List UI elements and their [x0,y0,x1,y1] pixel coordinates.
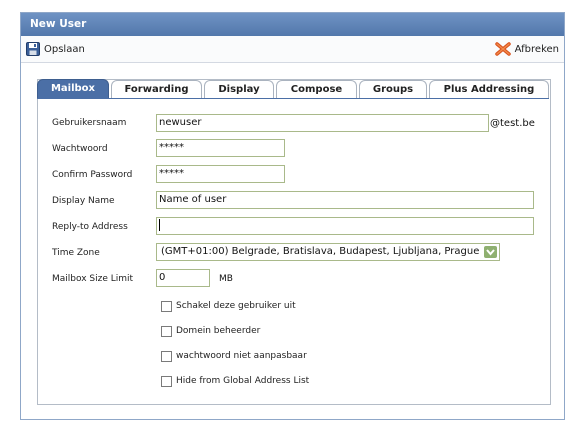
text-cursor [159,219,160,231]
window-title: New User [21,13,564,36]
tab-plus-addressing[interactable]: Plus Addressing [429,80,549,98]
reply-to-input[interactable] [156,217,534,235]
cancel-x-icon [494,42,511,56]
checkbox-label: Domein beheerder [176,326,261,336]
checkbox-box[interactable] [161,300,172,312]
checkbox-box[interactable] [161,375,172,387]
mailbox-limit-label: Mailbox Size Limit [52,274,134,284]
floppy-disk-icon [26,42,40,56]
time-zone-label: Time Zone [52,248,100,258]
password-input[interactable]: ***** [156,139,285,157]
mailbox-limit-unit: MB [219,274,233,284]
tab-compose[interactable]: Compose [276,80,357,98]
reply-to-label: Reply-to Address [52,222,128,232]
save-label: Opslaan [44,43,85,55]
confirm-password-label: Confirm Password [52,170,133,180]
mailbox-limit-input[interactable]: 0 [156,269,210,287]
password-label: Wachtwoord [52,144,108,154]
save-button[interactable]: Opslaan [26,41,85,57]
checkbox-disable-user[interactable]: Schakel deze gebruiker uit [161,299,296,313]
checkbox-box[interactable] [161,350,172,362]
time-zone-value: (GMT+01:00) Belgrade, Bratislava, Budape… [161,246,480,257]
confirm-password-input[interactable]: ***** [156,165,285,183]
display-name-input[interactable]: Name of user [156,191,534,209]
checkbox-domain-admin[interactable]: Domein beheerder [161,324,260,338]
tab-underline [37,98,549,99]
username-input[interactable]: newuser [156,114,489,132]
checkbox-label: Hide from Global Address List [176,376,310,386]
cancel-label: Afbreken [514,43,559,55]
cancel-button[interactable]: Afbreken [494,41,559,57]
tab-forwarding[interactable]: Forwarding [111,80,202,98]
checkbox-hide-gal[interactable]: Hide from Global Address List [161,374,309,388]
checkbox-box[interactable] [161,325,172,337]
username-label: Gebruikersnaam [52,118,127,128]
display-name-label: Display Name [52,196,115,206]
checkbox-password-locked[interactable]: wachtwoord niet aanpasbaar [161,349,307,363]
tab-groups[interactable]: Groups [359,80,427,98]
time-zone-select[interactable]: (GMT+01:00) Belgrade, Bratislava, Budape… [156,243,500,261]
tab-display[interactable]: Display [204,80,274,98]
chevron-down-icon[interactable] [484,246,497,258]
checkbox-label: wachtwoord niet aanpasbaar [176,351,307,361]
checkbox-label: Schakel deze gebruiker uit [176,301,296,311]
toolbar: Opslaan Afbreken [21,36,564,63]
tab-mailbox[interactable]: Mailbox [37,79,109,98]
domain-suffix: @test.be [490,118,535,129]
